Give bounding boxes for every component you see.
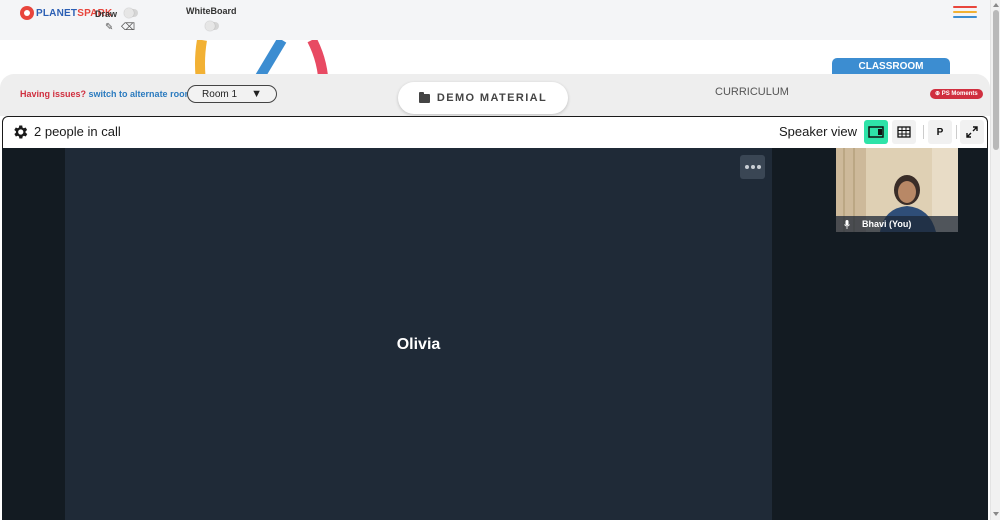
self-name-bar: Bhavi (You): [836, 216, 958, 232]
scroll-down-arrow-icon[interactable]: [993, 512, 999, 516]
ps-moments-label: PS Moments: [941, 91, 978, 97]
main-video-tile[interactable]: Olivia: [65, 148, 772, 520]
main-participant-name: Olivia: [396, 336, 441, 353]
whiteboard-toggle[interactable]: [205, 21, 219, 31]
room-select[interactable]: Room 1 ▼: [187, 85, 277, 103]
ps-moments-badge[interactable]: ⊕ PS Moments: [930, 89, 983, 99]
video-stage: Olivia Bhavi (You): [2, 148, 988, 520]
grid-layout-icon: [897, 126, 911, 138]
p-button-label: P: [936, 126, 944, 138]
logo-text-planet: PLANET: [36, 7, 78, 19]
demo-material-label: DEMO MATERIAL: [436, 92, 548, 104]
dot-icon: [744, 165, 749, 169]
alternate-room-link[interactable]: switch to alternate room: [89, 89, 193, 99]
hamburger-menu-icon[interactable]: [953, 6, 977, 21]
room-select-value: Room 1: [202, 88, 238, 100]
scrollbar-thumb[interactable]: [993, 10, 999, 150]
gear-icon[interactable]: [11, 123, 29, 141]
toolbar-divider: [923, 125, 924, 139]
page-scrollbar[interactable]: [990, 0, 1000, 520]
scroll-up-arrow-icon[interactable]: [993, 3, 999, 7]
speaker-layout-icon: [868, 126, 884, 138]
view-mode-label: Speaker view: [779, 124, 858, 139]
microphone-icon[interactable]: [844, 219, 850, 229]
more-options-button[interactable]: [740, 155, 765, 179]
self-participant-name: Bhavi (You): [862, 219, 912, 229]
top-bar: PLANETSPARK Draw ✎ ⌫ WhiteBoard: [0, 0, 990, 40]
issue-question: Having issues?: [20, 89, 87, 99]
grid-view-button[interactable]: [892, 120, 916, 144]
toolbar-divider: [956, 125, 957, 139]
eraser-icon[interactable]: ⌫: [121, 22, 135, 33]
speaker-view-button[interactable]: [864, 120, 888, 144]
dropdown-arrow-icon: ▼: [251, 88, 262, 100]
demo-material-button[interactable]: DEMO MATERIAL: [398, 82, 568, 114]
tab-curriculum[interactable]: CURRICULUM: [715, 86, 789, 98]
draw-toggle[interactable]: [124, 8, 138, 18]
whiteboard-label: WhiteBoard: [186, 6, 237, 16]
dot-icon: [750, 165, 755, 169]
folder-icon: [418, 91, 430, 103]
self-video-tile[interactable]: Bhavi (You): [836, 148, 958, 232]
people-in-call-count: 2 people in call: [34, 124, 121, 139]
expand-icon: [966, 126, 978, 138]
issue-notice: Having issues? switch to alternate room: [20, 89, 193, 99]
ps-moments-icon: ⊕: [935, 91, 941, 97]
fullscreen-button[interactable]: [960, 120, 984, 144]
p-button[interactable]: P: [928, 120, 952, 144]
call-header: 2 people in call Speaker view P: [2, 116, 988, 148]
logo-mark-icon: [20, 6, 34, 20]
dot-icon: [756, 165, 761, 169]
pencil-icon[interactable]: ✎: [105, 22, 113, 33]
draw-label: Draw: [95, 9, 118, 19]
